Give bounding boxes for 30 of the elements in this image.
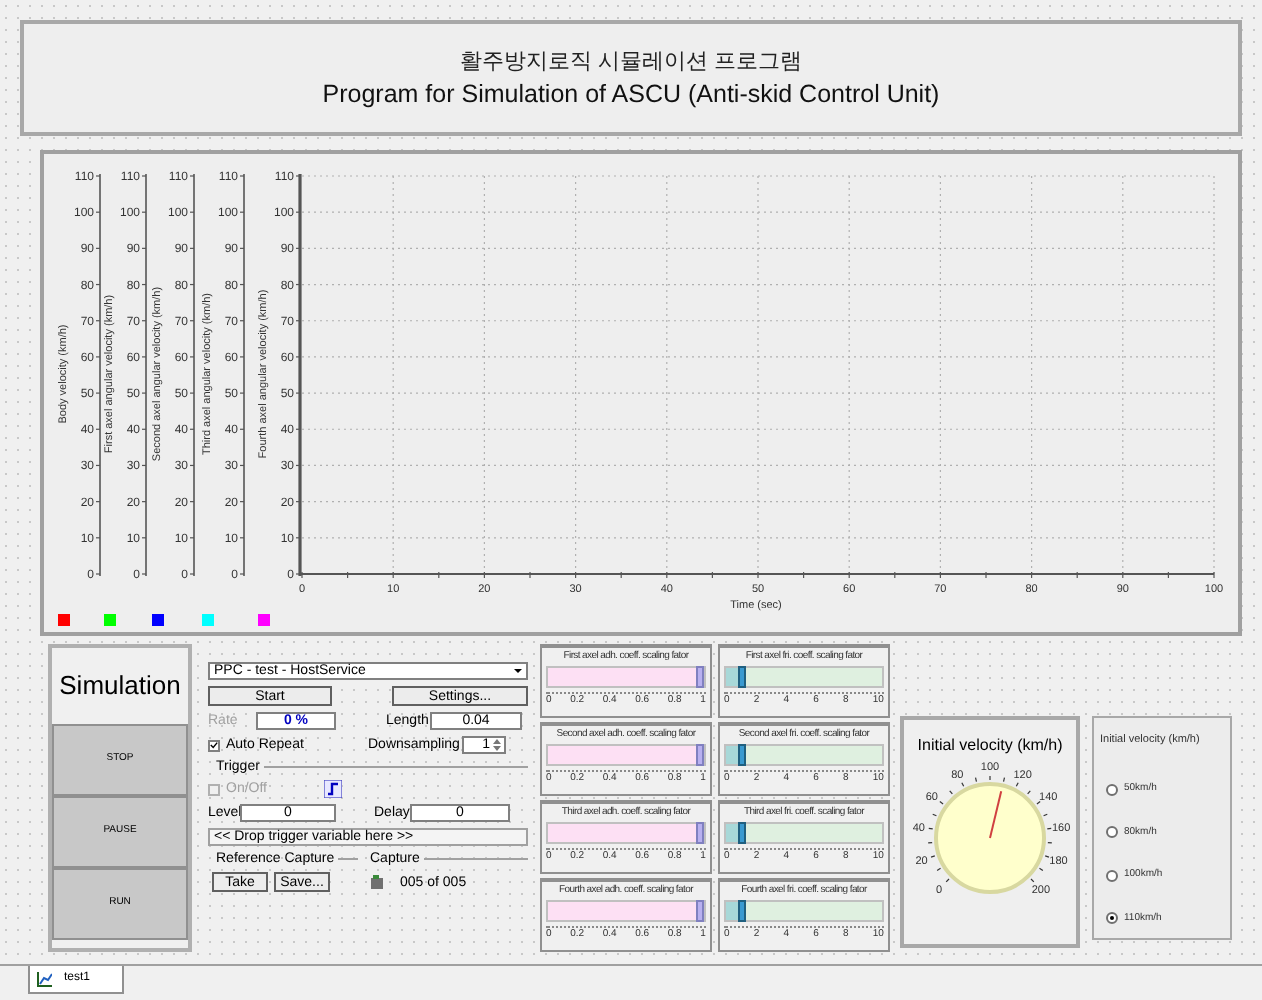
radio-button[interactable]: [1106, 869, 1118, 882]
title-english: Program for Simulation of ASCU (Anti-skid Control Unit): [322, 79, 940, 107]
slider-thumb[interactable]: [737, 666, 746, 688]
slider-track[interactable]: [546, 822, 706, 844]
spin-arrows-icon: [492, 738, 502, 752]
slider-thumb[interactable]: [737, 822, 746, 844]
slider-track[interactable]: [546, 900, 706, 922]
slider-thumb[interactable]: [695, 744, 704, 766]
slider-thumb[interactable]: [737, 900, 746, 922]
slider-thumb[interactable]: [695, 666, 704, 688]
slider-thumb[interactable]: [695, 900, 704, 922]
slider-track[interactable]: [546, 744, 706, 766]
gauge-title: Initial velocity (km/h): [917, 736, 1063, 754]
slider-track[interactable]: [724, 666, 884, 688]
slider-track[interactable]: [724, 900, 884, 922]
slider-track[interactable]: [724, 744, 884, 766]
trigger-icon[interactable]: [324, 780, 342, 798]
dropdown-arrow-icon: [510, 664, 526, 678]
radio-button[interactable]: [1106, 826, 1118, 839]
chart-icon: [36, 971, 52, 987]
radio-button[interactable]: [1106, 912, 1118, 925]
checkbox[interactable]: [208, 739, 220, 751]
slider-track[interactable]: [546, 666, 706, 688]
camera-icon: [370, 874, 384, 890]
slider-track[interactable]: [724, 822, 884, 844]
slider-thumb[interactable]: [737, 744, 746, 766]
radio-button[interactable]: [1106, 783, 1118, 796]
title-korean: 활주방지로직 시뮬레이션 프로그램: [459, 49, 803, 75]
panel-title: Simulation: [57, 668, 183, 705]
slider-thumb[interactable]: [695, 822, 704, 844]
